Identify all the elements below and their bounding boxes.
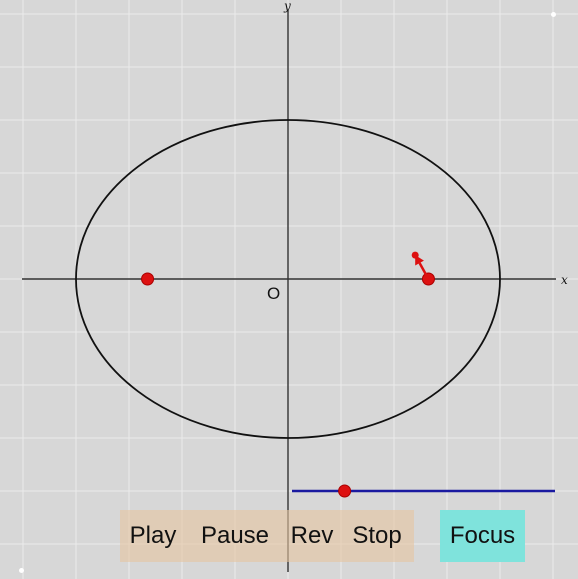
stop-button[interactable]: Stop [340,510,414,562]
left-focus-point[interactable] [141,272,155,286]
y-axis-label: y [283,0,291,13]
play-button[interactable]: Play [120,510,186,562]
animation-stage: x y O Play Pause Rev Stop Focus [0,0,578,579]
x-axis-label: x [561,273,568,287]
pause-button[interactable]: Pause [186,510,284,562]
resize-handle-bottom-left[interactable] [19,568,24,573]
coordinate-plot: x y O [0,0,578,579]
origin-label: O [267,284,280,303]
focus-button[interactable]: Focus [440,510,525,562]
reverse-button[interactable]: Rev [284,510,340,562]
moving-point[interactable] [411,251,419,259]
speed-slider-handle[interactable] [338,484,352,498]
resize-handle-top-right[interactable] [551,12,556,17]
